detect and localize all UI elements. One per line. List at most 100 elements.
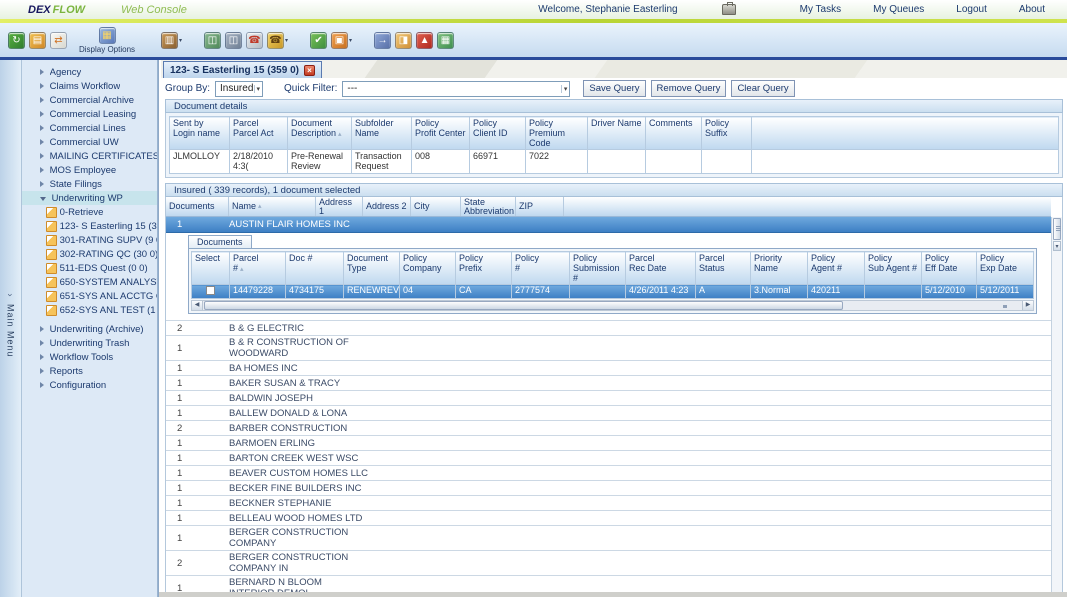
nav-my-tasks[interactable]: My Tasks [800,4,842,15]
doc-col-policy-premium-code[interactable]: Policy Premium Code [526,117,588,150]
sidebar-item-reports[interactable]: Reports [22,364,157,378]
chevron-right-icon[interactable] [40,382,44,388]
hscroll-track[interactable] [203,301,1022,310]
save-query-button[interactable]: Save Query [583,80,645,97]
insured-row-selected[interactable]: 1 AUSTIN FLAIR HOMES INC [166,217,1051,233]
documents-col-policy-agent-num[interactable]: Policy Agent # [808,252,865,285]
vscroll-thumb[interactable] [1053,218,1061,240]
insured-vertical-scrollbar[interactable] [1051,217,1062,594]
insured-row-becker-fine-builders-inc[interactable]: 1BECKER FINE BUILDERS INC [166,481,1051,496]
sidebar-item-underwriting-archive[interactable]: Underwriting (Archive) [22,322,157,336]
doc-col-sent-by-login-name[interactable]: Sent by Login name [170,117,230,150]
sidebar-item-650-system-analysts-4-3[interactable]: 650-SYSTEM ANALYSTS (4 3) [22,275,157,289]
insured-col-name[interactable]: Name [229,197,316,216]
chevron-right-icon[interactable] [40,354,44,360]
insured-row-baldwin-joseph[interactable]: 1BALDWIN JOSEPH [166,391,1051,406]
refresh-icon[interactable]: ↻ [8,32,25,49]
main-menu-strip[interactable]: Main Menu [0,60,22,597]
chevron-right-icon[interactable] [40,340,44,346]
sidebar-item-0-retrieve[interactable]: 0-Retrieve [22,205,157,219]
sidebar-item-workflow-tools[interactable]: Workflow Tools [22,350,157,364]
insured-row-beckner-stephanie[interactable]: 1BECKNER STEPHANIE [166,496,1051,511]
dropdown-caret-icon[interactable] [285,37,292,44]
sidebar-item-652-sys-anl-test-1-0[interactable]: 652-SYS ANL TEST (1 0) [22,303,157,317]
insured-col-state-abbreviation[interactable]: State Abbreviation [461,197,516,216]
chevron-right-icon[interactable] [40,97,44,103]
documents-col-policy-num[interactable]: Policy # [512,252,570,285]
route-document-icon[interactable]: → [374,32,391,49]
insured-row-berger-construction[interactable]: 1BERGER CONSTRUCTION COMPANY [166,526,1051,551]
insured-row-b-g-electric[interactable]: 2B & G ELECTRIC [166,321,1051,336]
document-row-selected[interactable]: 144792284734175RENEWREV04CA27775744/26/2… [192,285,1034,299]
tab-queue-123-s-easterling[interactable]: 123- S Easterling 15 (359 0) [163,61,322,78]
doc-col-subfolder-name[interactable]: Subfolder Name [352,117,412,150]
nav-my-queues[interactable]: My Queues [873,4,924,15]
quick-filter-select[interactable]: --- [342,81,570,97]
sidebar-item-mos-employee[interactable]: MOS Employee [22,163,157,177]
chevron-right-icon[interactable] [40,125,44,131]
chevron-right-icon[interactable] [40,83,44,89]
chevron-right-icon[interactable] [40,153,44,159]
chevron-down-icon[interactable] [40,197,46,201]
doc-col-policy-profit-center[interactable]: Policy Profit Center [412,117,470,150]
sidebar-item-underwriting-wp[interactable]: Underwriting WP [22,191,157,205]
retrieve-images-icon[interactable]: ▤ [29,32,46,49]
sidebar-item-commercial-leasing[interactable]: Commercial Leasing [22,107,157,121]
sidebar-item-301-rating-supv-9-0[interactable]: 301-RATING SUPV (9 0) [22,233,157,247]
scroll-right-icon[interactable]: ▶ [1022,301,1033,310]
documents-col-select[interactable]: Select [192,252,230,285]
insured-col-address-1[interactable]: Address 1 [316,197,363,216]
pdf-icon[interactable]: ▲ [416,32,433,49]
documents-col-parcel-rec-date[interactable]: Parcel Rec Date [626,252,696,285]
sidebar-item-state-filings[interactable]: State Filings [22,177,157,191]
print-parcel-icon[interactable]: ◫ [225,32,242,49]
nav-logout[interactable]: Logout [956,4,987,15]
group-by-select[interactable]: Insured [215,81,263,97]
approve-send-icon[interactable]: ✔ [310,32,327,49]
insured-row-ba-homes-inc[interactable]: 1BA HOMES INC [166,361,1051,376]
doc-col-parcel-parcel-act[interactable]: Parcel Parcel Act [230,117,288,150]
documents-col-policy-eff-date[interactable]: Policy Eff Date [922,252,977,285]
sidebar-item-302-rating-qc-30-0[interactable]: 302-RATING QC (30 0) [22,247,157,261]
sidebar-item-configuration[interactable]: Configuration [22,378,157,392]
chevron-right-icon[interactable] [40,69,44,75]
sidebar-item-commercial-lines[interactable]: Commercial Lines [22,121,157,135]
documents-col-policy-company[interactable]: Policy Company [400,252,456,285]
documents-col-document-type[interactable]: Document Type [344,252,400,285]
sidebar-item-underwriting-trash[interactable]: Underwriting Trash [22,336,157,350]
insured-row-barmoen-erling[interactable]: 1BARMOEN ERLING [166,436,1051,451]
clear-query-button[interactable]: Clear Query [731,80,794,97]
insured-row-b-r-construction-of[interactable]: 1B & R CONSTRUCTION OF WOODWARD [166,336,1051,361]
sidebar-item-commercial-uw[interactable]: Commercial UW [22,135,157,149]
insured-col-address-2[interactable]: Address 2 [363,197,411,216]
convert-page-icon[interactable]: ⇄ [50,32,67,49]
content-bottom-scrollbar[interactable] [159,592,1067,597]
chevron-right-icon[interactable] [40,181,44,187]
documents-horizontal-scrollbar[interactable]: ◀ ▶ [191,300,1034,311]
briefcase-icon[interactable] [722,4,736,15]
chevron-right-icon[interactable] [40,167,44,173]
tab-documents[interactable]: Documents [188,235,252,248]
remove-query-button[interactable]: Remove Query [651,80,727,97]
insured-row-ballew-donald-lona[interactable]: 1BALLEW DONALD & LONA [166,406,1051,421]
insured-row-beaver-custom-homes-llc[interactable]: 1BEAVER CUSTOM HOMES LLC [166,466,1051,481]
documents-col-policy-exp-date[interactable]: Policy Exp Date [977,252,1034,285]
grid-export-icon[interactable]: ▦ [437,32,454,49]
sidebar-item-commercial-archive[interactable]: Commercial Archive [22,93,157,107]
batch-report-icon[interactable]: ▥ [161,32,178,49]
insured-col-zip[interactable]: ZIP [516,197,564,216]
select-checkbox[interactable] [206,286,215,295]
insured-row-barton-creek-west-wsc[interactable]: 1BARTON CREEK WEST WSC [166,451,1051,466]
insured-row-berger-construction[interactable]: 2BERGER CONSTRUCTION COMPANY IN [166,551,1051,576]
document-details-row[interactable]: JLMOLLOY2/18/2010 4:3(Pre-Renewal Review… [170,150,1059,174]
dropdown-caret-icon[interactable] [179,37,186,44]
display-options-icon[interactable]: ▦ [99,27,116,44]
sidebar-item-mailing-certificates[interactable]: MAILING CERTIFICATES [22,149,157,163]
print-send-icon[interactable]: ◫ [204,32,221,49]
sidebar-item-651-sys-anl-acctg-correct-2-1[interactable]: 651-SYS ANL ACCTG CORRECT (2 1) [22,289,157,303]
insured-row-belleau-wood-homes-ltd[interactable]: 1BELLEAU WOOD HOMES LTD [166,511,1051,526]
doc-col-document-description[interactable]: Document Description [288,117,352,150]
documents-col-policy-submission-num[interactable]: Policy Submission # [570,252,626,285]
documents-col-parcel-status[interactable]: Parcel Status [696,252,751,285]
documents-col-policy-prefix[interactable]: Policy Prefix [456,252,512,285]
